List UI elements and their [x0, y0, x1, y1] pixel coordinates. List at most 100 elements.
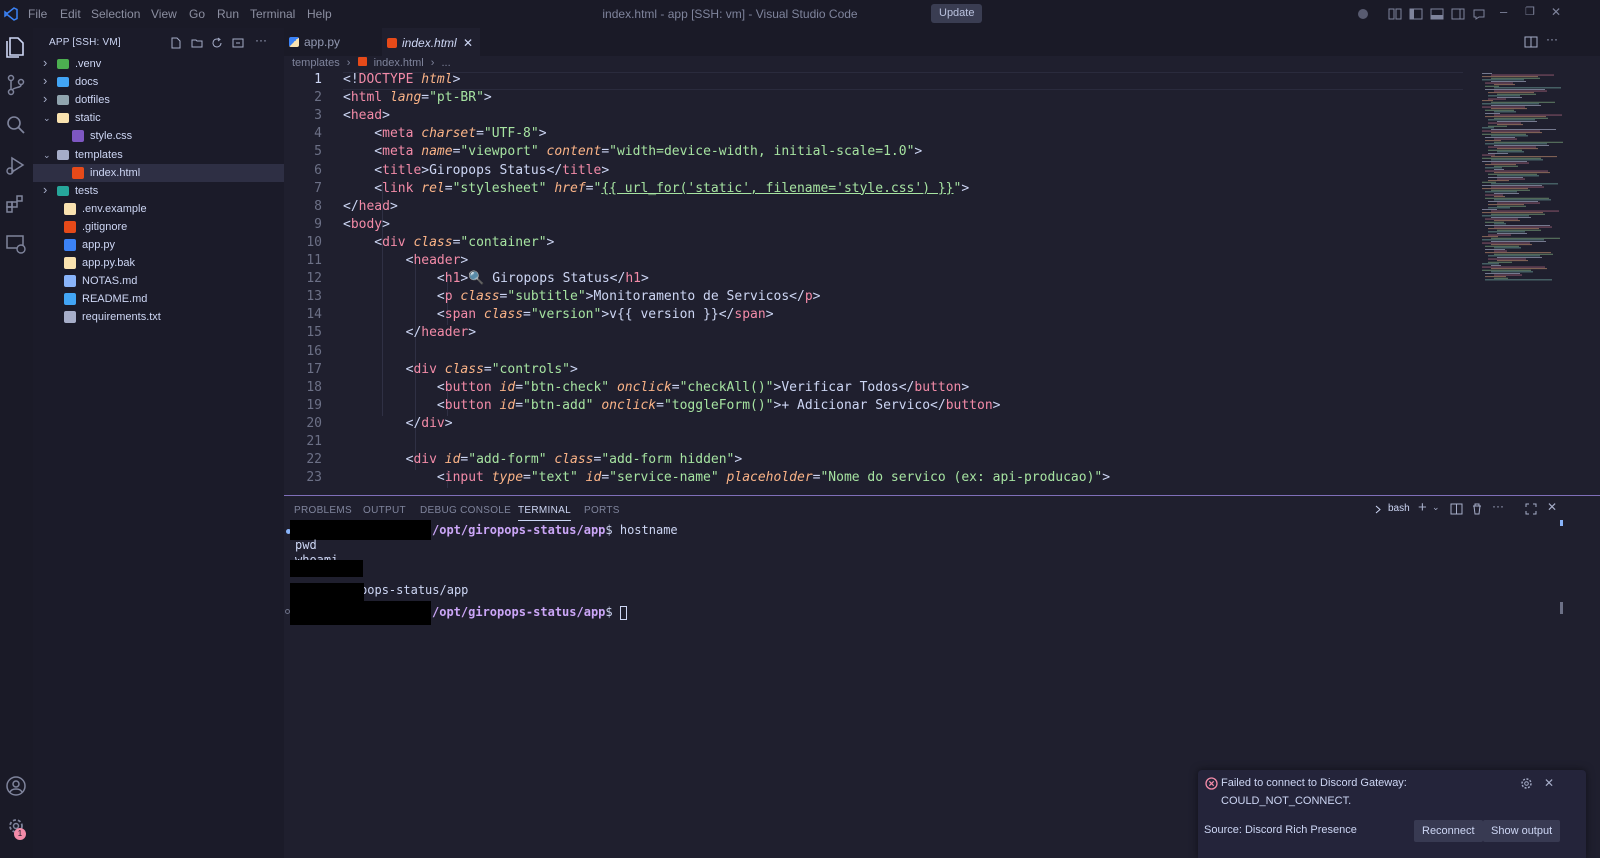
minimap-line — [1485, 249, 1505, 250]
redacted-output-2 — [290, 583, 364, 601]
tree-item-style-css[interactable]: style.css — [33, 127, 284, 145]
chevron-right-icon[interactable]: › — [43, 90, 53, 108]
activity-bar: 1 — [0, 28, 33, 858]
minimap-line — [1494, 226, 1552, 228]
remote-explorer-icon[interactable] — [4, 232, 28, 256]
tree-item-venv[interactable]: › .venv — [33, 55, 284, 73]
layout-customize-icon[interactable] — [1388, 7, 1402, 21]
code-line: <button id="btn-add" onclick="toggleForm… — [343, 397, 1001, 413]
split-editor-icon[interactable] — [1524, 35, 1538, 49]
breadcrumb-folder[interactable]: templates — [292, 57, 340, 69]
reconnect-button[interactable]: Reconnect — [1414, 820, 1483, 842]
minimap-line — [1497, 202, 1540, 204]
minimap-line — [1488, 98, 1506, 100]
editor-more-icon[interactable]: ··· — [1546, 32, 1558, 46]
terminal-dropdown-icon[interactable]: ⌄ — [1432, 502, 1440, 513]
tree-item-env-example[interactable]: .env.example — [33, 200, 284, 218]
tab-app-py[interactable]: app.py — [284, 28, 384, 56]
redacted-output-1 — [290, 560, 363, 577]
notification-settings-gear-icon[interactable] — [1520, 777, 1533, 790]
chevron-right-icon[interactable]: › — [43, 72, 53, 90]
tree-item-gitignore[interactable]: .gitignore — [33, 218, 284, 236]
minimap-line — [1482, 76, 1538, 78]
minimap-line — [1482, 154, 1495, 156]
more-actions-icon[interactable]: ··· — [255, 33, 267, 47]
maximize-panel-icon[interactable] — [1525, 503, 1537, 515]
tree-item-app-py[interactable]: app.py — [33, 236, 284, 254]
restore-icon[interactable]: ❐ — [1525, 5, 1535, 18]
folder-static-icon — [57, 113, 69, 124]
show-output-button[interactable]: Show output — [1483, 820, 1561, 842]
notification-close-icon[interactable]: ✕ — [1544, 776, 1554, 790]
explorer-sidebar: APP [SSH: VM] ··· › .venv › docs › dotfiles ⌄ s… — [33, 28, 284, 858]
split-terminal-icon[interactable] — [1450, 503, 1463, 515]
minimap-line — [1491, 244, 1532, 246]
new-terminal-icon[interactable]: + — [1418, 499, 1427, 516]
minimap-line — [1485, 279, 1552, 281]
chevron-down-icon[interactable]: ⌄ — [43, 146, 53, 164]
close-panel-icon[interactable]: ✕ — [1547, 500, 1557, 514]
remote-sync-icon[interactable] — [1472, 7, 1486, 21]
collapse-all-icon[interactable] — [232, 37, 244, 49]
redacted-prompt-2 — [290, 601, 431, 625]
close-window-icon[interactable]: ✕ — [1551, 5, 1561, 19]
breadcrumb-file[interactable]: index.html — [374, 57, 424, 69]
breadcrumb: templates › index.html › ... — [292, 57, 451, 69]
minimize-icon[interactable]: – — [1500, 4, 1507, 19]
terminal-scrollbar[interactable] — [1560, 602, 1563, 614]
tree-item-app-py-bak[interactable]: app.py.bak — [33, 254, 284, 272]
tree-item-docs[interactable]: › docs — [33, 73, 284, 91]
tree-item-index-html[interactable]: index.html — [33, 163, 284, 182]
tree-item-static[interactable]: ⌄ static — [33, 109, 284, 127]
tree-item-label: .gitignore — [82, 220, 128, 233]
account-icon[interactable] — [4, 774, 28, 798]
accounts-icon[interactable] — [1356, 7, 1370, 21]
refresh-icon[interactable] — [211, 37, 223, 49]
terminal-shell-label[interactable]: bash — [1388, 503, 1410, 514]
tree-item-notas-md[interactable]: NOTAS.md — [33, 272, 284, 290]
minimap-line — [1488, 180, 1509, 182]
extensions-icon[interactable] — [4, 192, 28, 216]
chevron-right-icon[interactable]: › — [43, 181, 53, 199]
breadcrumb-more[interactable]: ... — [442, 57, 451, 69]
tab-ports[interactable]: PORTS — [584, 505, 620, 516]
code-line: </head> — [343, 198, 398, 214]
close-tab-icon[interactable]: ✕ — [463, 29, 473, 57]
minimap-line — [1494, 141, 1563, 143]
minimap-line — [1497, 257, 1542, 258]
new-folder-icon[interactable] — [191, 37, 203, 49]
explorer-icon[interactable] — [4, 35, 28, 59]
chevron-down-icon[interactable]: ⌄ — [43, 109, 53, 127]
git-file-icon — [64, 220, 76, 233]
toggle-secondary-sidebar-icon[interactable] — [1451, 7, 1465, 21]
tree-item-requirements-txt[interactable]: requirements.txt — [33, 308, 284, 326]
minimap-line — [1491, 210, 1559, 212]
minimap[interactable] — [1480, 72, 1570, 282]
minimap-line — [1482, 212, 1543, 214]
minimap-line — [1488, 255, 1540, 257]
tab-terminal[interactable]: TERMINAL — [518, 505, 571, 521]
tab-output[interactable]: OUTPUT — [363, 505, 406, 516]
panel-more-icon[interactable]: ··· — [1492, 499, 1504, 513]
source-control-icon[interactable] — [4, 73, 28, 97]
minimap-line — [1485, 276, 1506, 278]
update-button[interactable]: Update — [931, 4, 983, 23]
minimap-line — [1482, 266, 1545, 268]
tab-index-html[interactable]: index.html ✕ — [382, 28, 480, 56]
tree-item-templates[interactable]: ⌄ templates — [33, 146, 284, 164]
run-debug-icon[interactable] — [4, 153, 28, 177]
tab-problems[interactable]: PROBLEMS — [294, 505, 352, 516]
toggle-sidebar-icon[interactable] — [1409, 7, 1423, 21]
chevron-right-icon[interactable]: › — [43, 54, 53, 72]
tree-item-readme-md[interactable]: README.md — [33, 290, 284, 308]
kill-terminal-icon[interactable] — [1471, 503, 1483, 515]
tab-debug-console[interactable]: DEBUG CONSOLE — [420, 505, 511, 516]
search-icon[interactable] — [4, 113, 28, 137]
tree-item-tests[interactable]: › tests — [33, 182, 284, 200]
code-editor[interactable]: 1 <!DOCTYPE html> 2 <html lang="pt-BR"> 3 <he… — [284, 72, 1600, 495]
tree-item-dotfiles[interactable]: › dotfiles — [33, 91, 284, 109]
minimap-line — [1494, 220, 1520, 222]
editor-tabs: app.py index.html ✕ ··· — [284, 28, 1600, 56]
toggle-panel-icon[interactable] — [1430, 7, 1444, 21]
new-file-icon[interactable] — [170, 37, 182, 49]
